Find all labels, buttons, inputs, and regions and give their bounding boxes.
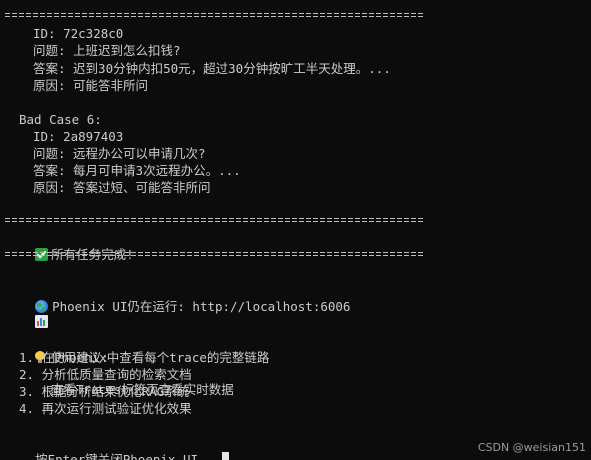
case6-question: 问题: 远程办公可以申请几次? (33, 146, 206, 161)
case6-heading: Bad Case 6: (19, 112, 102, 127)
phoenix-traces-line: 查看Traces标签页查看实时数据 (5, 298, 234, 397)
case5-id: ID: 72c328c0 (33, 26, 124, 41)
case6-reason: 原因: 答案过短、可能答非所问 (33, 180, 211, 195)
tip-item: 1. 在Phoenix中查看每个trace的完整链路 (19, 350, 270, 365)
tips-heading-line: 使用建议: (5, 332, 109, 365)
case5-answer: 答案: 迟到30分钟内扣50元，超过30分钟按旷工半天处理。... (33, 61, 391, 76)
text-cursor[interactable] (221, 452, 229, 460)
separator-line (5, 218, 425, 223)
case5-question: 问题: 上班迟到怎么扣钱? (33, 43, 181, 58)
tip-item: 3. 根据分析结果优化RAG系统 (19, 384, 190, 399)
prompt-line[interactable]: 按Enter键关闭Phoenix UI... (5, 434, 229, 460)
prompt-text: 按Enter键关闭Phoenix UI... (35, 452, 221, 460)
tip-item: 2. 分析低质量查询的检索文档 (19, 367, 192, 382)
status-line: 所有任务完成! (5, 229, 134, 262)
terminal-window[interactable]: ID: 72c328c0 问题: 上班迟到怎么扣钱? 答案: 迟到30分钟内扣5… (0, 0, 591, 460)
separator-line (5, 13, 425, 18)
phoenix-running-line: Phoenix UI仍在运行: http://localhost:6006 (5, 281, 350, 314)
case5-reason: 原因: 可能答非所问 (33, 78, 149, 93)
chart-icon (35, 315, 49, 328)
tip-item: 4. 再次运行测试验证优化效果 (19, 401, 192, 416)
watermark: CSDN @weisian151 (477, 441, 586, 454)
separator-line (5, 252, 425, 257)
case6-answer: 答案: 每月可申请3次远程办公。... (33, 163, 241, 178)
case6-id: ID: 2a897403 (33, 129, 124, 144)
